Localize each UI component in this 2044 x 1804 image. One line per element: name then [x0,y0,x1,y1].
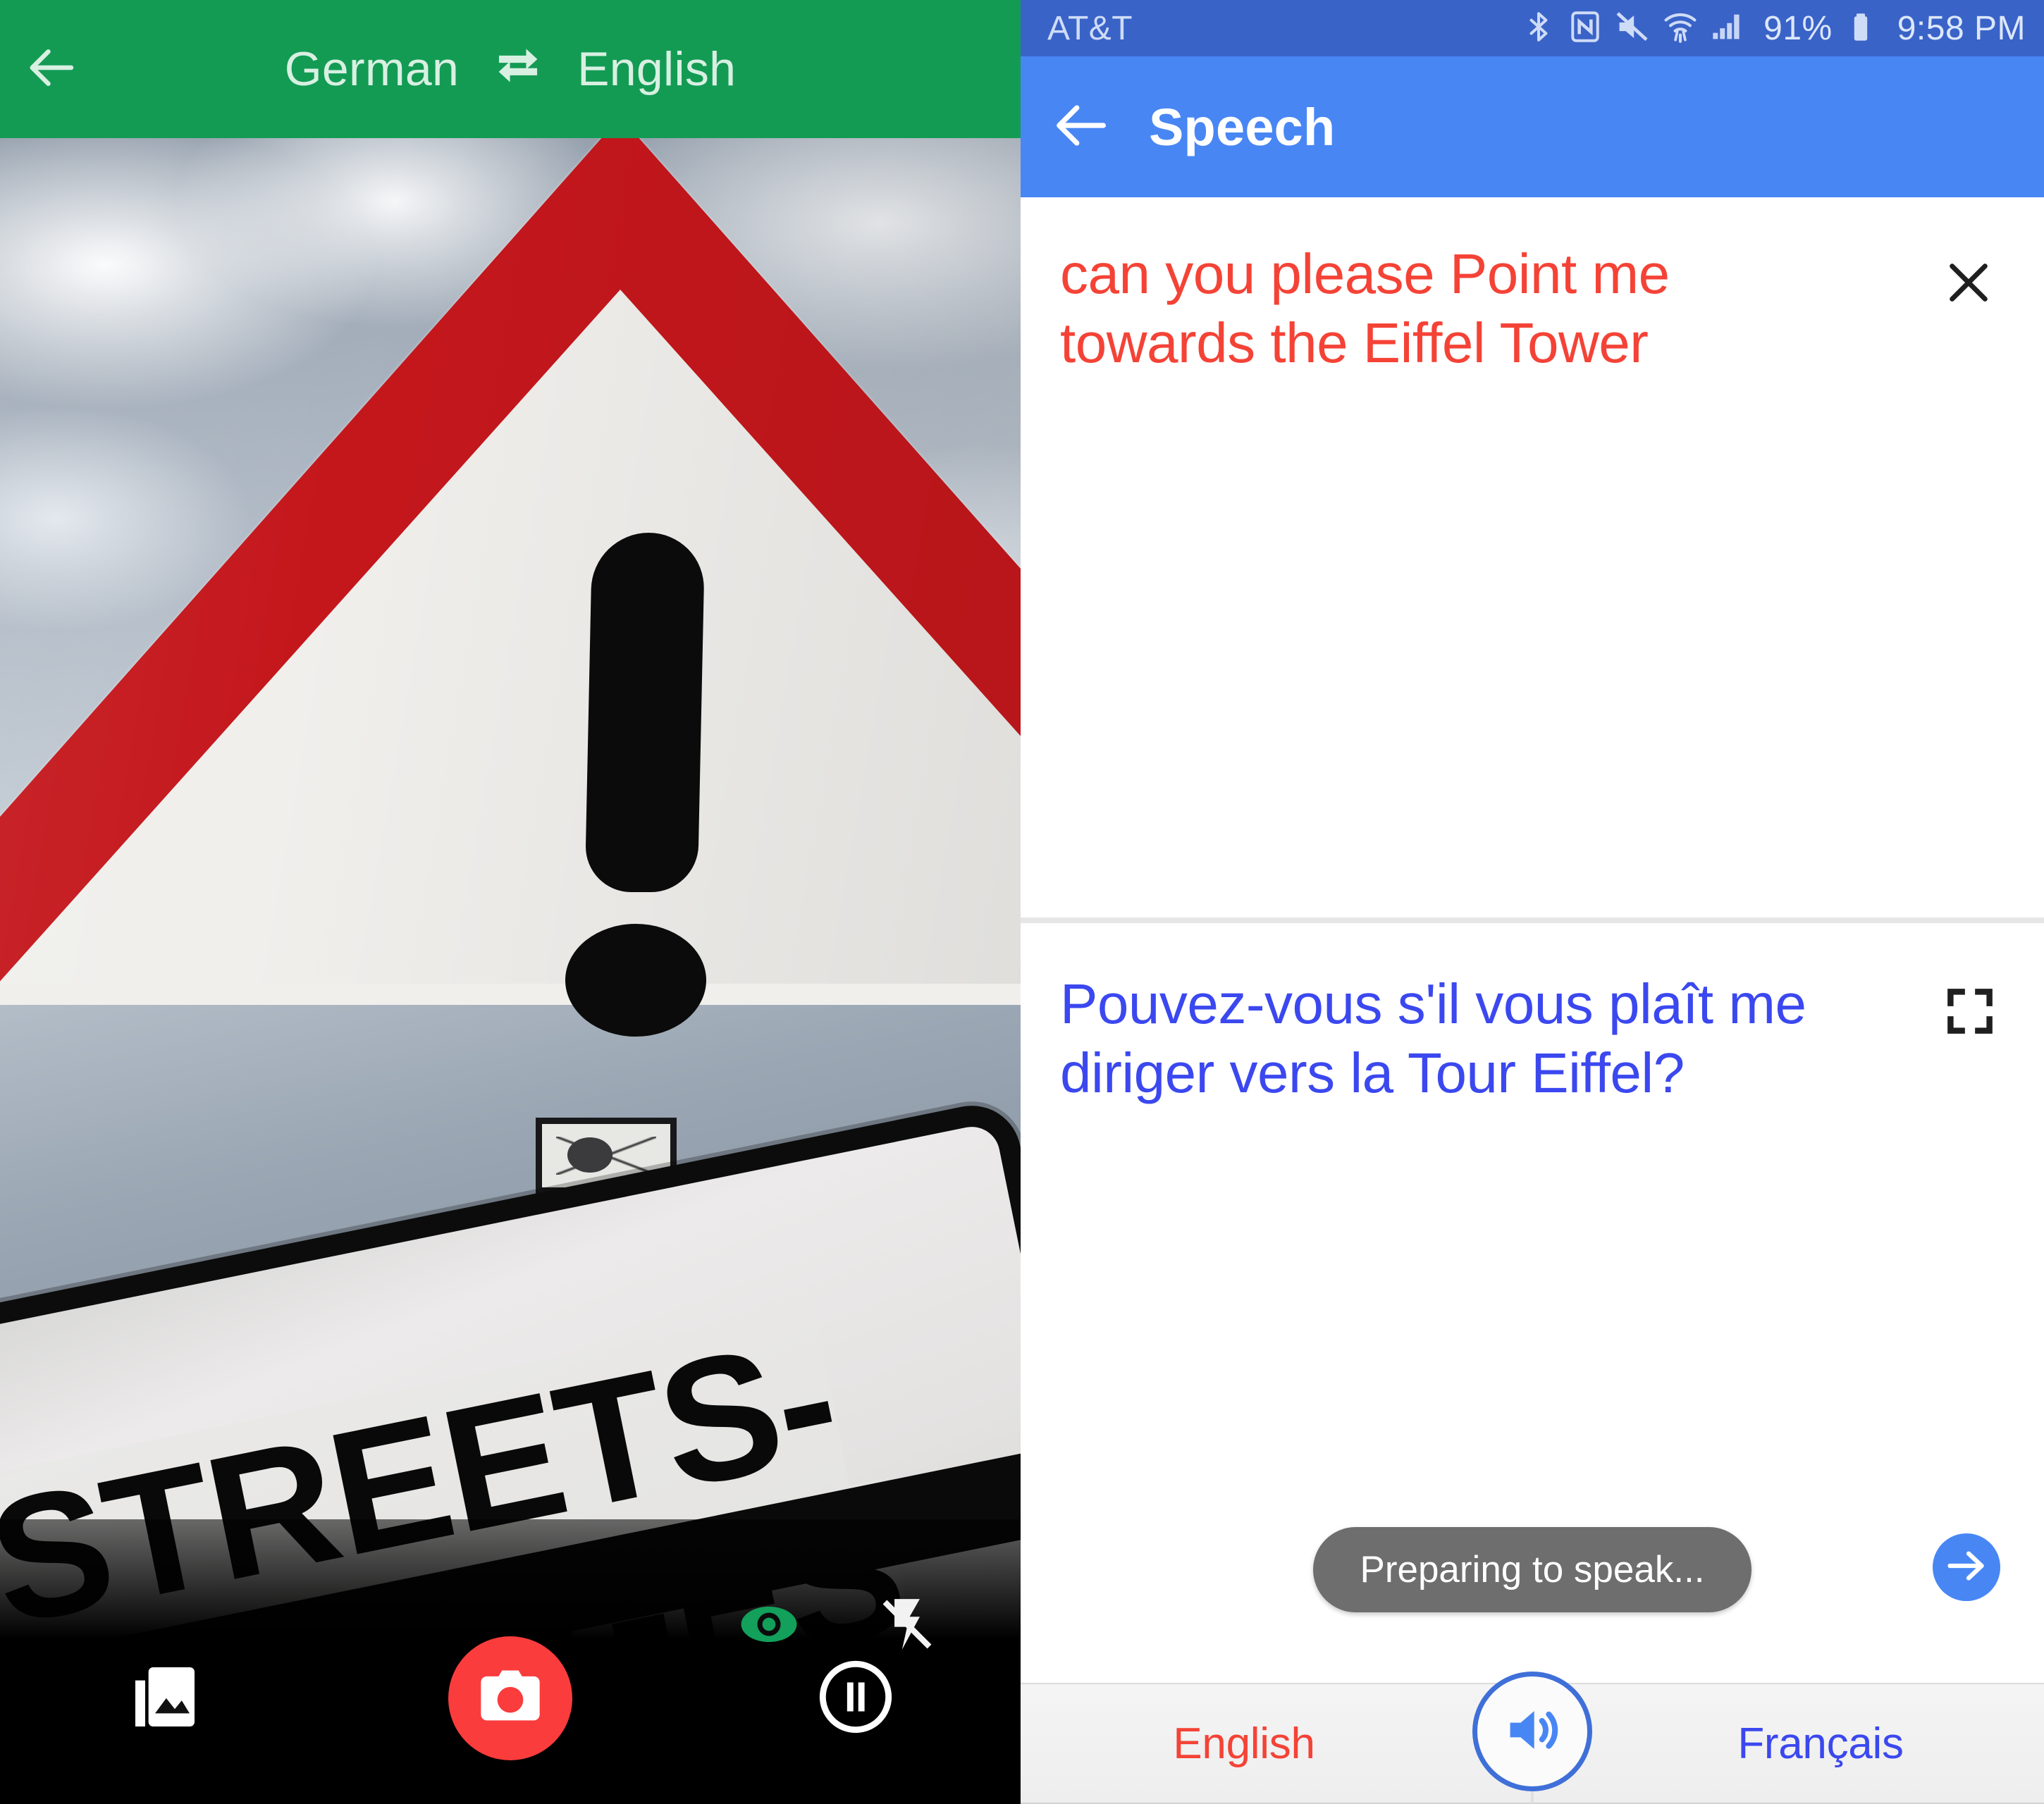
wifi-icon [1662,8,1699,49]
translated-text-block: Pouvez-vous s'il vous plaît me diriger v… [1021,923,2044,1409]
camera-app-bar: German English [0,0,1021,138]
cellular-signal-icon [1710,8,1747,49]
exclamation-mark-stem [584,533,706,892]
dual-screenshot-container: German English STREETS- AT&T 91% 9:58 PM… [0,0,2044,1804]
clear-source-button[interactable] [1937,252,2000,316]
speech-translate-screen: AT&T 91% 9:58 PM Speech can you please P… [1021,0,2044,1804]
section-divider [1021,918,2044,923]
language-selection-bar: English Français [1021,1672,2044,1804]
volume-mute-icon [1614,8,1651,49]
speech-back-button[interactable] [1052,97,1112,157]
speaker-volume-icon [1500,1698,1565,1766]
warning-triangle-white-face [0,290,1021,1005]
status-icon-group: 91% 9:58 PM [1521,8,2026,49]
fullscreen-button[interactable] [1938,981,2002,1044]
bluetooth-icon [1521,9,1556,48]
speaker-fab-button[interactable] [1472,1672,1592,1791]
send-button[interactable] [1933,1533,2000,1601]
exclamation-mark-dot [565,924,706,1037]
camera-translate-screen: German English STREETS- [0,0,1021,1804]
camera-bottom-bar [0,1593,1021,1804]
carrier-label: AT&T [1047,9,1133,47]
translated-transcript[interactable]: Pouvez-vous s'il vous plaît me diriger v… [1060,970,1878,1107]
camera-shutter-button[interactable] [448,1636,572,1760]
nfc-icon [1568,9,1603,48]
battery-percentage: 91% [1763,9,1833,47]
page-title: Speech [1149,97,1336,156]
swap-horizontal-icon[interactable] [490,44,546,94]
language-pair-selector[interactable]: German English [106,42,915,97]
source-text-block: can you please Point me towards the Eiff… [1021,197,2044,918]
camera-back-button[interactable] [0,0,106,138]
android-status-bar: AT&T 91% 9:58 PM [1021,0,2044,56]
sign-mounting-knob [567,1137,612,1173]
language-button-english-label: English [1173,1719,1315,1768]
language-button-english[interactable]: English [1021,1683,1532,1804]
pause-circle-icon [816,1657,895,1740]
speech-app-bar: Speech [1021,56,2044,197]
arrow-right-circle-icon [1941,1540,1992,1595]
status-clock: 9:58 PM [1897,9,2026,47]
battery-icon [1844,10,1878,47]
source-transcript[interactable]: can you please Point me towards the Eiff… [1060,240,1878,377]
target-language-label[interactable]: English [577,42,736,97]
camera-shutter-icon [475,1662,546,1736]
camera-viewfinder[interactable]: STREETS- DAMAGES [0,138,1021,1804]
toast-row: Preparing to speak... [1021,1516,2044,1622]
close-icon [1940,254,1997,314]
image-gallery-icon [125,1657,204,1740]
gallery-button[interactable] [119,1652,211,1744]
status-toast: Preparing to speak... [1313,1526,1751,1612]
arrow-left-icon [25,40,80,99]
language-button-french-label: Français [1737,1719,1904,1768]
fullscreen-icon [1943,984,1997,1042]
pause-button[interactable] [810,1652,901,1744]
source-language-label[interactable]: German [285,42,459,97]
language-button-french[interactable]: Français [1532,1683,2044,1804]
arrow-left-icon [1052,95,1112,159]
